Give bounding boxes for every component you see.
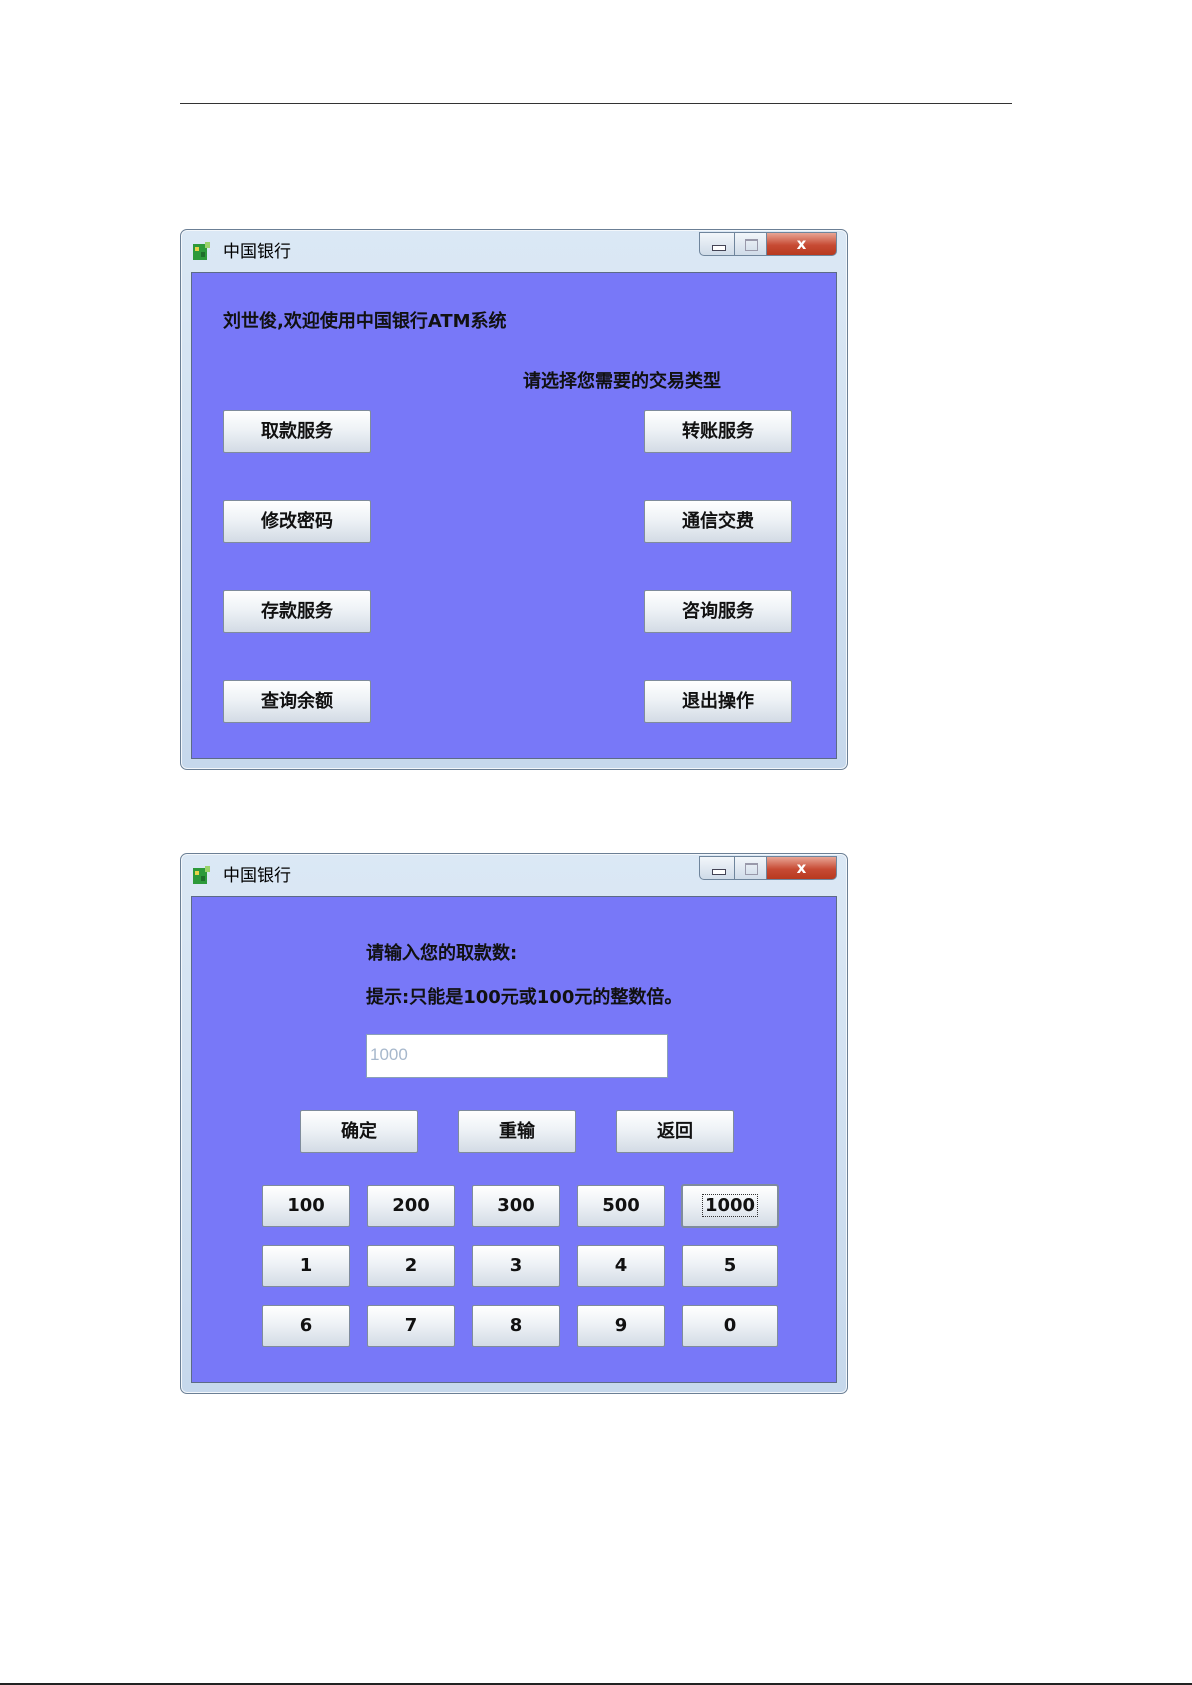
maximize-button[interactable] — [735, 856, 767, 880]
window-title: 中国银行 — [223, 242, 291, 262]
deposit-button[interactable]: 存款服务 — [223, 590, 371, 633]
keypad-key-1000[interactable]: 1000 — [682, 1185, 778, 1227]
keypad-key-9[interactable]: 9 — [577, 1305, 665, 1347]
balance-inquiry-button[interactable]: 查询余额 — [223, 680, 371, 723]
keypad-key-5[interactable]: 5 — [682, 1245, 778, 1287]
keypad-key-300[interactable]: 300 — [472, 1185, 560, 1227]
withdraw-button[interactable]: 取款服务 — [223, 410, 371, 453]
page-header-rule — [180, 103, 1012, 104]
keypad-key-6[interactable]: 6 — [262, 1305, 350, 1347]
minimize-icon — [712, 245, 726, 251]
transaction-prompt: 请选择您需要的交易类型 — [523, 371, 721, 392]
keypad-key-200[interactable]: 200 — [367, 1185, 455, 1227]
title-bar[interactable]: 中国银行 x — [181, 230, 847, 272]
minimize-button[interactable] — [699, 856, 735, 880]
app-icon — [193, 866, 210, 884]
consult-button[interactable]: 咨询服务 — [644, 590, 792, 633]
keypad-key-100[interactable]: 100 — [262, 1185, 350, 1227]
keypad-key-1000-label: 1000 — [701, 1194, 759, 1217]
exit-button[interactable]: 退出操作 — [644, 680, 792, 723]
amount-prompt: 请输入您的取款数: — [366, 943, 518, 964]
amount-hint: 提示:只能是100元或100元的整数倍。 — [366, 987, 683, 1008]
maximize-icon — [745, 239, 758, 251]
keypad-key-1[interactable]: 1 — [262, 1245, 350, 1287]
keypad-key-8[interactable]: 8 — [472, 1305, 560, 1347]
welcome-text: 刘世俊,欢迎使用中国银行ATM系统 — [223, 311, 507, 332]
minimize-button[interactable] — [699, 232, 735, 256]
close-icon: x — [796, 859, 807, 877]
title-bar[interactable]: 中国银行 x — [181, 854, 847, 896]
window-title: 中国银行 — [223, 866, 291, 886]
transfer-button[interactable]: 转账服务 — [644, 410, 792, 453]
app-icon — [193, 242, 210, 260]
keypad-key-500[interactable]: 500 — [577, 1185, 665, 1227]
atm-withdraw-window: 中国银行 x 请输入您的取款数: 提示:只能是100元或100元的整数倍。 10… — [180, 853, 848, 1394]
maximize-button[interactable] — [735, 232, 767, 256]
close-icon: x — [796, 235, 807, 253]
keypad-key-4[interactable]: 4 — [577, 1245, 665, 1287]
keypad-key-3[interactable]: 3 — [472, 1245, 560, 1287]
confirm-button[interactable]: 确定 — [300, 1110, 418, 1153]
maximize-icon — [745, 863, 758, 875]
minimize-icon — [712, 869, 726, 875]
amount-input[interactable]: 1000 — [366, 1034, 668, 1078]
keypad-key-7[interactable]: 7 — [367, 1305, 455, 1347]
window-controls: x — [699, 232, 837, 257]
close-button[interactable]: x — [767, 232, 837, 256]
change-password-button[interactable]: 修改密码 — [223, 500, 371, 543]
close-button[interactable]: x — [767, 856, 837, 880]
telecom-payment-button[interactable]: 通信交费 — [644, 500, 792, 543]
back-button[interactable]: 返回 — [616, 1110, 734, 1153]
window-controls: x — [699, 856, 837, 881]
reenter-button[interactable]: 重输 — [458, 1110, 576, 1153]
withdraw-panel: 请输入您的取款数: 提示:只能是100元或100元的整数倍。 1000 确定 重… — [191, 896, 837, 1383]
keypad-key-2[interactable]: 2 — [367, 1245, 455, 1287]
keypad-key-0[interactable]: 0 — [682, 1305, 778, 1347]
atm-main-menu-window: 中国银行 x 刘世俊,欢迎使用中国银行ATM系统 请选择您需要的交易类型 取款服… — [180, 229, 848, 770]
main-menu-panel: 刘世俊,欢迎使用中国银行ATM系统 请选择您需要的交易类型 取款服务 修改密码 … — [191, 272, 837, 759]
